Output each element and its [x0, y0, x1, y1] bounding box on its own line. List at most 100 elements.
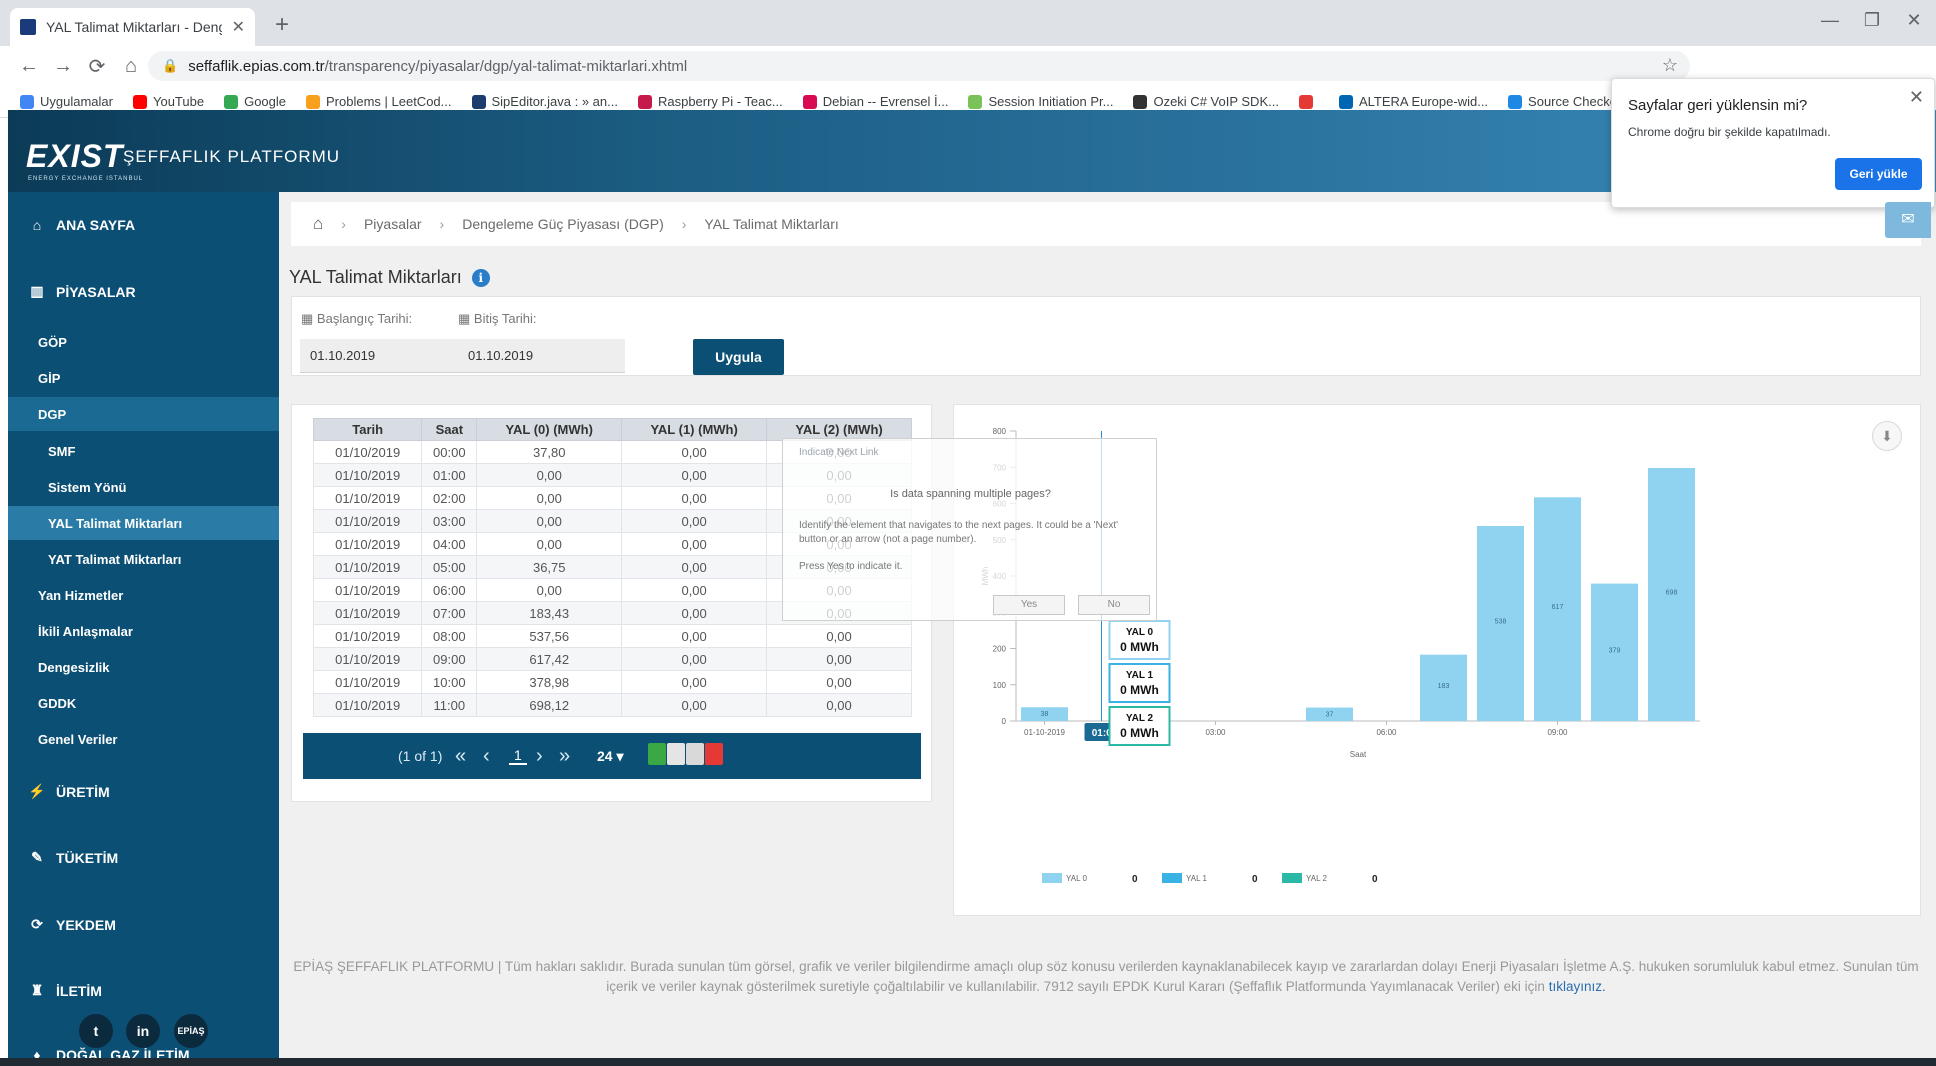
bookmark-favicon-icon	[306, 94, 320, 109]
bookmark-item[interactable]: SipEditor.java : » an...	[471, 94, 618, 109]
linkedin-icon[interactable]: in	[126, 1014, 160, 1048]
last-page-button[interactable]: »	[559, 745, 570, 768]
sidebar-item-label: YEKDEM	[56, 916, 116, 933]
reload-icon[interactable]: ⟳	[80, 54, 114, 79]
breadcrumb-item-dgp[interactable]: Dengeleme Güç Piyasası (DGP)	[462, 216, 664, 232]
bookmark-item[interactable]: Google	[224, 94, 286, 109]
start-date-input[interactable]: 01.10.2019	[300, 339, 467, 373]
bookmark-item[interactable]: Session Initiation Pr...	[968, 94, 1113, 109]
table-cell: 10:00	[421, 670, 478, 694]
page-number-button[interactable]: 1	[509, 747, 527, 765]
bar-data-label: 37	[1326, 712, 1334, 719]
bookmark-item[interactable]: YouTube	[132, 94, 204, 109]
dialog-text: Identify the element that navigates to t…	[799, 520, 1119, 545]
sidebar-item-label: TÜKETİM	[56, 849, 119, 866]
browser-tab-bar: YAL Talimat Miktarları - Dengelem ✕ + — …	[0, 0, 1936, 46]
sidebar-item-gip[interactable]: GİP	[8, 361, 279, 395]
bookmark-item[interactable]: ALTERA Europe-wid...	[1338, 94, 1489, 109]
home-icon[interactable]: ⌂	[114, 55, 148, 78]
chevron-right-icon: ›	[341, 216, 346, 232]
dialog-yes-button[interactable]: Yes	[993, 595, 1065, 615]
bookmark-favicon-icon	[802, 94, 817, 109]
download-icon[interactable]: ⬇	[1872, 421, 1902, 451]
restore-icon[interactable]: ❐	[1852, 10, 1892, 31]
popup-close-icon[interactable]: ✕	[1909, 87, 1924, 108]
bookmark-favicon-icon	[1298, 94, 1313, 109]
rows-per-page-select[interactable]: 24 ▾	[597, 748, 624, 765]
sidebar-item-yekdem[interactable]: ⟳ YEKDEM	[28, 916, 116, 933]
column-header[interactable]: YAL (0) (MWh)	[476, 418, 623, 441]
table-cell: 0,00	[621, 532, 768, 556]
sidebar-item-production[interactable]: ⚡ ÜRETİM	[28, 783, 109, 800]
sidebar-item-transmission[interactable]: ♜ İLETİM	[28, 982, 102, 999]
sidebar-item-consumption[interactable]: ✎ TÜKETİM	[28, 849, 118, 866]
footer-link[interactable]: tıklayınız.	[1549, 979, 1606, 994]
epias-social-icon[interactable]: EPİAŞ	[174, 1014, 208, 1048]
column-header[interactable]: Saat	[421, 418, 478, 441]
sidebar-item-sistem-yonu[interactable]: Sistem Yönü	[8, 470, 279, 504]
sidebar-item-markets[interactable]: ▥ PİYASALAR	[28, 283, 135, 300]
table-cell: 0,00	[621, 601, 768, 625]
footer: EPİAŞ ŞEFFAFLIK PLATFORMU | Tüm hakları …	[291, 957, 1921, 997]
url-host: seffaflik.epias.com.tr	[188, 57, 325, 75]
table-cell: 0,00	[476, 532, 623, 556]
sidebar-item-genel-veriler[interactable]: Genel Veriler	[8, 722, 279, 756]
dialog-no-button[interactable]: No	[1078, 595, 1150, 615]
browser-tab[interactable]: YAL Talimat Miktarları - Dengelem ✕	[10, 8, 255, 46]
sidebar-item-smf[interactable]: SMF	[8, 434, 279, 468]
first-page-button[interactable]: «	[455, 745, 466, 768]
prev-page-button[interactable]: ‹	[483, 745, 490, 768]
excel-export-icon[interactable]	[648, 743, 666, 765]
next-page-button[interactable]: ›	[536, 745, 543, 768]
column-header[interactable]: YAL (1) (MWh)	[621, 418, 768, 441]
tooltip-series-name: YAL 1	[1126, 670, 1154, 681]
table-cell: 0,00	[621, 509, 768, 533]
site-favicon-icon	[20, 19, 36, 35]
csv-export-icon[interactable]	[667, 743, 685, 765]
sidebar-item-dgp[interactable]: DGP	[8, 397, 279, 431]
y-tick-label: 100	[993, 681, 1007, 690]
chevron-right-icon: ›	[439, 216, 445, 232]
bookmark-item[interactable]	[1298, 94, 1319, 109]
bookmark-item[interactable]: Problems | LeetCod...	[306, 94, 452, 109]
sidebar-item-yal-talimat[interactable]: YAL Talimat Miktarları	[8, 506, 279, 540]
bookmark-item[interactable]: Raspberry Pi - Teac...	[637, 94, 783, 109]
minimize-icon[interactable]: —	[1810, 10, 1850, 31]
window-close-icon[interactable]: ✕	[1894, 10, 1934, 31]
sidebar-item-yan-hizmetler[interactable]: Yan Hizmetler	[8, 578, 279, 612]
table-cell: 01/10/2019	[312, 509, 423, 533]
sidebar-item-gddk[interactable]: GDDK	[8, 686, 279, 720]
restore-button[interactable]: Geri yükle	[1835, 158, 1922, 190]
new-tab-button[interactable]: +	[268, 12, 296, 40]
pdf-export-icon[interactable]	[705, 743, 723, 765]
chat-icon[interactable]: ✉	[1885, 202, 1931, 238]
forward-icon[interactable]: →	[46, 55, 80, 78]
bookmark-item[interactable]: Debian -- Evrensel İ...	[802, 94, 948, 109]
bookmark-item[interactable]: Ozeki C# VoIP SDK...	[1133, 94, 1279, 109]
tab-close-icon[interactable]: ✕	[232, 17, 245, 37]
bookmark-label: ALTERA Europe-wid...	[1358, 94, 1489, 109]
twitter-icon[interactable]: t	[79, 1014, 113, 1048]
end-date-input[interactable]: 01.10.2019	[458, 339, 625, 373]
xml-export-icon[interactable]	[686, 743, 704, 765]
sidebar-item-ikili-anlasmalar[interactable]: İkili Anlaşmalar	[8, 614, 279, 648]
sidebar-item-yat-talimat[interactable]: YAT Talimat Miktarları	[8, 542, 279, 576]
bookmark-item[interactable]: Uygulamalar	[20, 94, 113, 109]
column-header[interactable]: Tarih	[312, 418, 423, 441]
breadcrumb-item-piyasalar[interactable]: Piyasalar	[364, 216, 422, 232]
exist-logo[interactable]: EXIST	[26, 138, 123, 175]
bookmark-favicon-icon	[637, 94, 652, 109]
url-field[interactable]: 🔒 seffaflik.epias.com.tr /transparency/p…	[148, 51, 1690, 81]
sidebar-item-home[interactable]: ⌂ ANA SAYFA	[28, 217, 135, 233]
info-icon[interactable]: i	[471, 268, 490, 287]
sidebar-item-gop[interactable]: GÖP	[8, 325, 279, 359]
home-icon: ⌂	[32, 217, 42, 233]
breadcrumb-home-icon[interactable]: ⌂	[313, 214, 323, 234]
table-cell: 0,00	[621, 624, 768, 648]
table-cell: 03:00	[421, 509, 478, 533]
bookmark-favicon-icon	[20, 94, 34, 109]
apply-button[interactable]: Uygula	[693, 339, 784, 375]
back-icon[interactable]: ←	[12, 55, 46, 78]
sidebar-item-dengesizlik[interactable]: Dengesizlik	[8, 650, 279, 684]
bookmark-star-icon[interactable]: ☆	[1662, 55, 1678, 76]
